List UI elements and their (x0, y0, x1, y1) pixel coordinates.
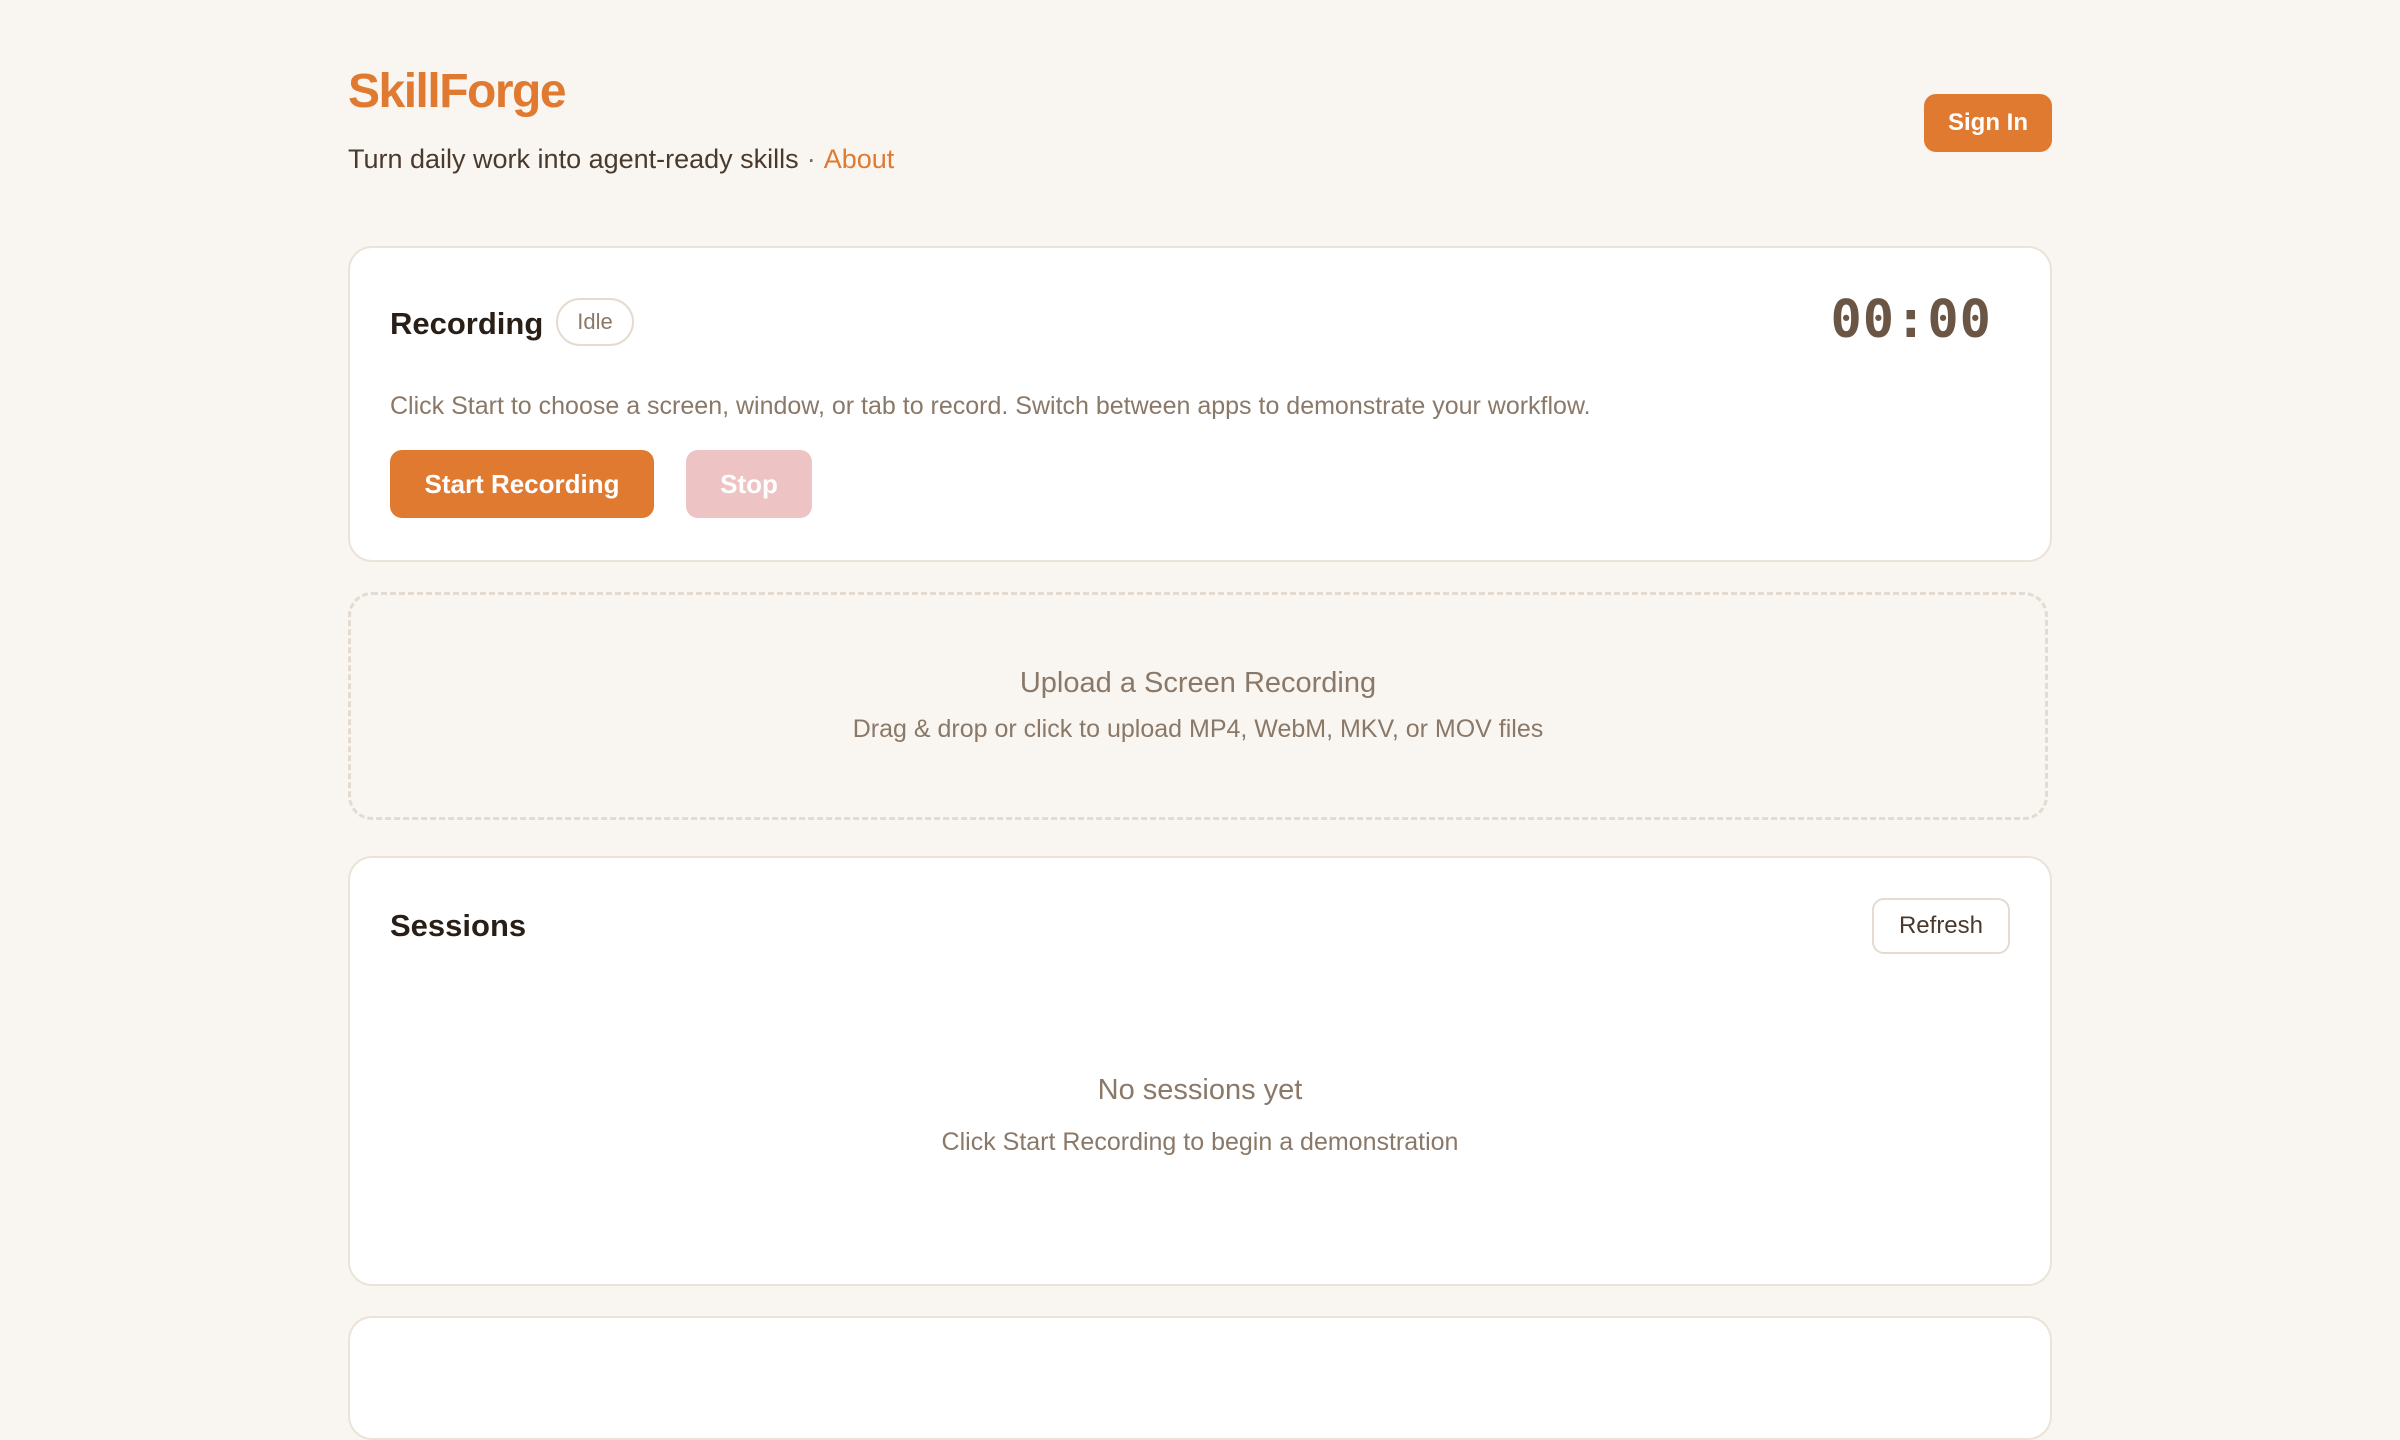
tagline-text: Turn daily work into agent-ready skills (348, 144, 799, 174)
upload-subtitle: Drag & drop or click to upload MP4, WebM… (852, 715, 1544, 743)
next-card (348, 1316, 2052, 1440)
tagline: Turn daily work into agent-ready skills ·… (348, 146, 894, 173)
refresh-button[interactable]: Refresh (1872, 898, 2010, 954)
brand-logo[interactable]: SkillForge (348, 68, 567, 116)
upload-title: Upload a Screen Recording (1019, 667, 1377, 699)
empty-state-title: No sessions yet (1097, 1074, 1303, 1106)
sign-in-button[interactable]: Sign In (1924, 94, 2052, 152)
tagline-separator: · (806, 144, 816, 174)
recording-title: Recording (390, 306, 544, 341)
upload-dropzone[interactable]: Upload a Screen Recording Drag & drop or… (348, 592, 2048, 820)
stop-button[interactable]: Stop (686, 450, 812, 518)
status-badge: Idle (556, 298, 634, 346)
start-recording-button[interactable]: Start Recording (390, 450, 654, 518)
page-container: SkillForge Turn daily work into agent-re… (348, 0, 2052, 1440)
empty-state-subtitle: Click Start Recording to begin a demonst… (941, 1128, 1459, 1156)
sessions-title: Sessions (390, 908, 527, 943)
sessions-card: Sessions Refresh No sessions yet Click S… (348, 856, 2052, 1286)
recording-card: Recording Idle 00:00 Click Start to choo… (348, 246, 2052, 562)
about-link[interactable]: About (824, 144, 895, 174)
recording-description: Click Start to choose a screen, window, … (390, 392, 1591, 420)
recording-timer: 00:00 (1830, 290, 1992, 350)
page-header: SkillForge Turn daily work into agent-re… (348, 0, 2052, 246)
